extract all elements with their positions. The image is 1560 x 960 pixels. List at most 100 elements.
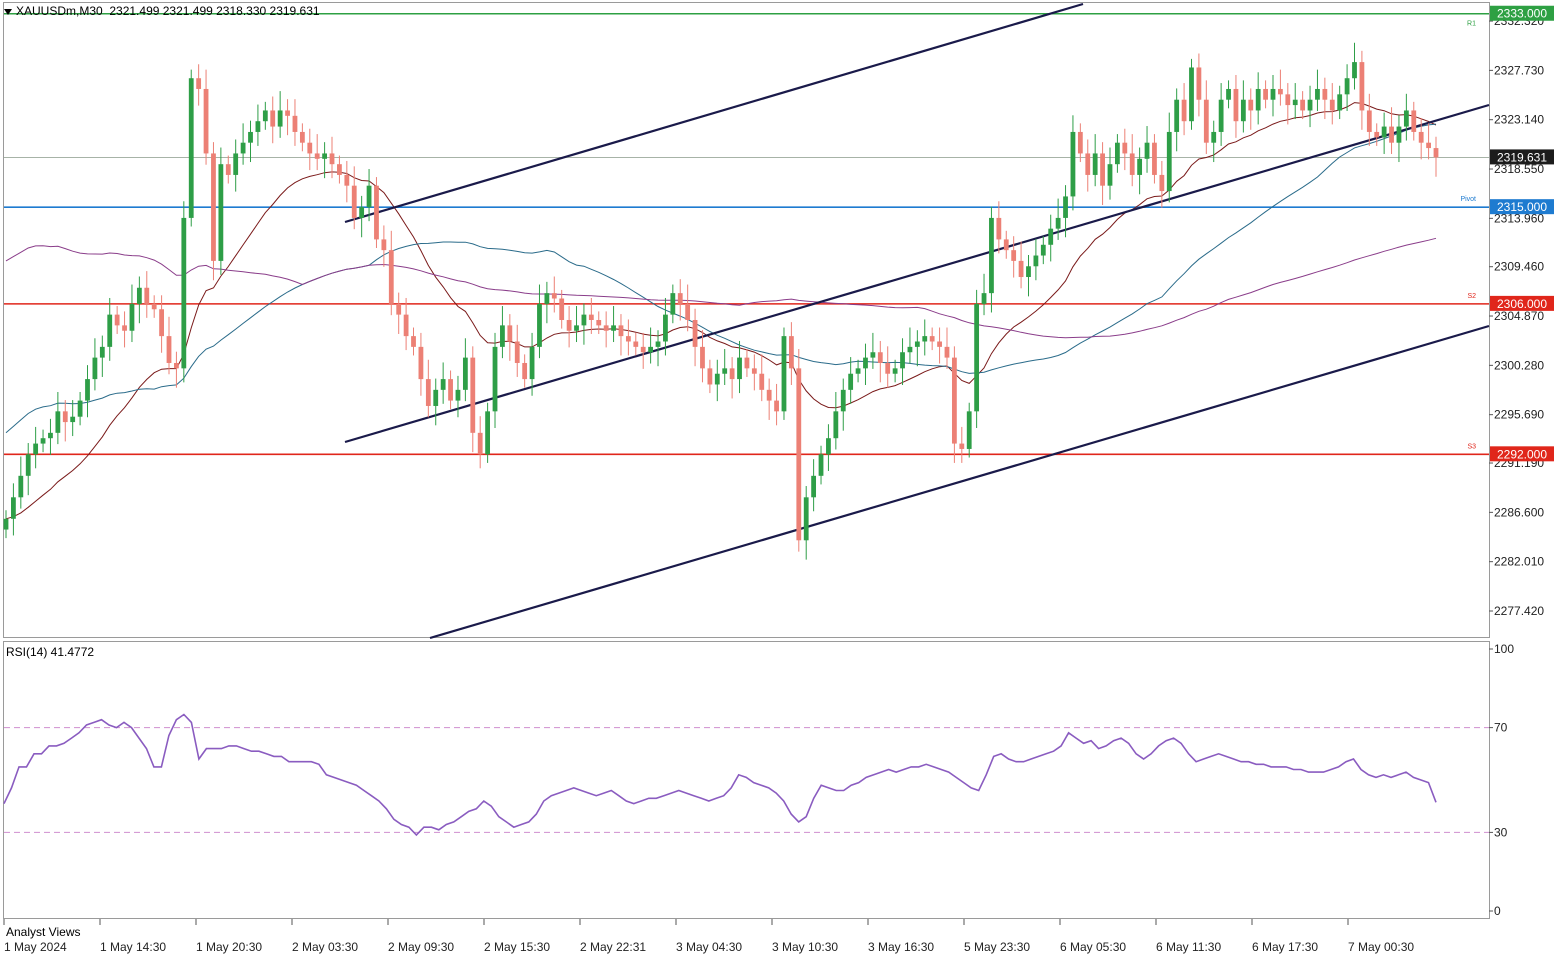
candle-bear xyxy=(285,110,290,116)
candle-bull xyxy=(455,389,461,401)
candle-bear xyxy=(299,131,305,143)
candle-bull xyxy=(277,110,283,127)
candle-bear xyxy=(959,443,965,449)
candle-bear xyxy=(951,357,957,444)
candle-bull xyxy=(1352,62,1357,79)
price-tick-label: 2282.010 xyxy=(1494,555,1544,569)
candle-bear xyxy=(314,153,320,159)
candle-bear xyxy=(1100,153,1105,186)
candle-bear xyxy=(929,336,935,342)
time-tick-label: 7 May 00:30 xyxy=(1348,940,1414,954)
candle-bull xyxy=(255,121,261,132)
candle-bear xyxy=(1077,131,1083,154)
candle-bull xyxy=(1337,94,1343,111)
candle-bull xyxy=(1381,126,1387,138)
candle-bear xyxy=(625,336,631,342)
candle-bear xyxy=(677,293,683,304)
candle-bull xyxy=(966,411,972,449)
candle-bear xyxy=(329,153,335,165)
candle-bear xyxy=(1152,142,1157,175)
candle-bull xyxy=(922,336,928,342)
candle-bear xyxy=(159,309,164,337)
channel-line xyxy=(344,2,1084,224)
candle-bull xyxy=(833,411,839,439)
candle-bull xyxy=(1055,217,1061,229)
candle-bear xyxy=(796,368,802,541)
candle-bear xyxy=(1196,67,1202,100)
candle-bull xyxy=(900,352,905,369)
candle-bear xyxy=(522,362,528,380)
candle-bull xyxy=(92,357,98,380)
candle-bear xyxy=(477,432,483,455)
time-tick-label: 2 May 15:30 xyxy=(484,940,550,954)
candle-bear xyxy=(144,287,150,304)
candle-bull xyxy=(722,368,728,374)
candle-bull xyxy=(1174,99,1180,132)
candle-bear xyxy=(1129,153,1135,175)
candle-bear xyxy=(1122,142,1128,154)
chart-header[interactable]: XAUUSDm,M30 2321.499 2321.499 2318.330 2… xyxy=(4,4,320,18)
level-badge-text: 2306.000 xyxy=(1497,297,1547,311)
candle-bull xyxy=(1226,88,1231,100)
candle-bear xyxy=(225,164,231,175)
candle-bull xyxy=(188,78,194,218)
candle-bull xyxy=(1026,266,1031,278)
price-tick-label: 2323.140 xyxy=(1494,113,1544,127)
level-code: R1 xyxy=(1467,21,1476,28)
candle-bull xyxy=(1315,88,1320,100)
level-code: S2 xyxy=(1467,293,1476,300)
candle-bull xyxy=(870,352,876,358)
candle-bull xyxy=(33,443,39,455)
candle-bull xyxy=(581,314,587,326)
candle-bull xyxy=(1307,99,1313,111)
candle-bull xyxy=(1270,88,1276,100)
candle-bear xyxy=(1329,99,1335,111)
chart-canvas[interactable]: R1PivotS2S3 2332.3202327.7302323.1402318… xyxy=(0,0,1560,960)
candle-bull xyxy=(500,325,505,347)
time-tick-label: 3 May 10:30 xyxy=(772,940,838,954)
rsi-line xyxy=(3,713,1437,837)
candle-bear xyxy=(937,341,942,347)
candle-bull xyxy=(181,217,187,369)
price-tick-label: 2304.870 xyxy=(1494,309,1544,323)
candle-bear xyxy=(774,400,779,412)
candle-bull xyxy=(107,314,113,347)
candle-bull xyxy=(1144,142,1150,159)
current-price-text: 2319.631 xyxy=(1497,150,1547,164)
candle-bull xyxy=(1255,88,1261,111)
candle-bear xyxy=(396,303,402,315)
candle-bear xyxy=(1011,250,1017,261)
rsi-axis: 100 70 30 0 xyxy=(1489,642,1514,918)
candle-bull xyxy=(863,357,868,369)
time-tick-label: 1 May 20:30 xyxy=(196,940,262,954)
candle-bear xyxy=(514,341,520,363)
candle-bull xyxy=(99,346,105,358)
candle-bear xyxy=(633,341,639,347)
candle-bull xyxy=(907,346,913,353)
candle-bear xyxy=(174,362,179,369)
candle-bear xyxy=(270,110,276,127)
candle-bull xyxy=(848,373,854,390)
candle-bear xyxy=(1426,142,1431,149)
candle-bull xyxy=(544,293,550,304)
candle-bull xyxy=(1040,244,1046,256)
candle-bear xyxy=(996,217,1002,240)
candle-bear xyxy=(307,142,313,154)
candle-bear xyxy=(388,250,394,304)
candle-bear xyxy=(211,153,216,261)
candle-bull xyxy=(1166,131,1172,192)
level-badge-text: 2292.000 xyxy=(1497,447,1547,461)
candle-bull xyxy=(670,293,676,315)
candle-bear xyxy=(351,185,357,218)
candle-bull xyxy=(1396,126,1402,143)
candle-bull xyxy=(462,357,468,390)
price-levels: R1 Pivot S2 S3 xyxy=(4,12,1489,456)
dropdown-arrow-icon[interactable] xyxy=(4,8,12,15)
candle-bear xyxy=(551,293,557,299)
rsi-tick-label: 70 xyxy=(1494,721,1508,735)
candle-bear xyxy=(166,336,172,363)
time-tick-label: 1 May 14:30 xyxy=(100,940,166,954)
candle-bull xyxy=(1048,228,1054,245)
candle-bear xyxy=(1203,99,1209,143)
candle-bull xyxy=(1189,67,1194,122)
